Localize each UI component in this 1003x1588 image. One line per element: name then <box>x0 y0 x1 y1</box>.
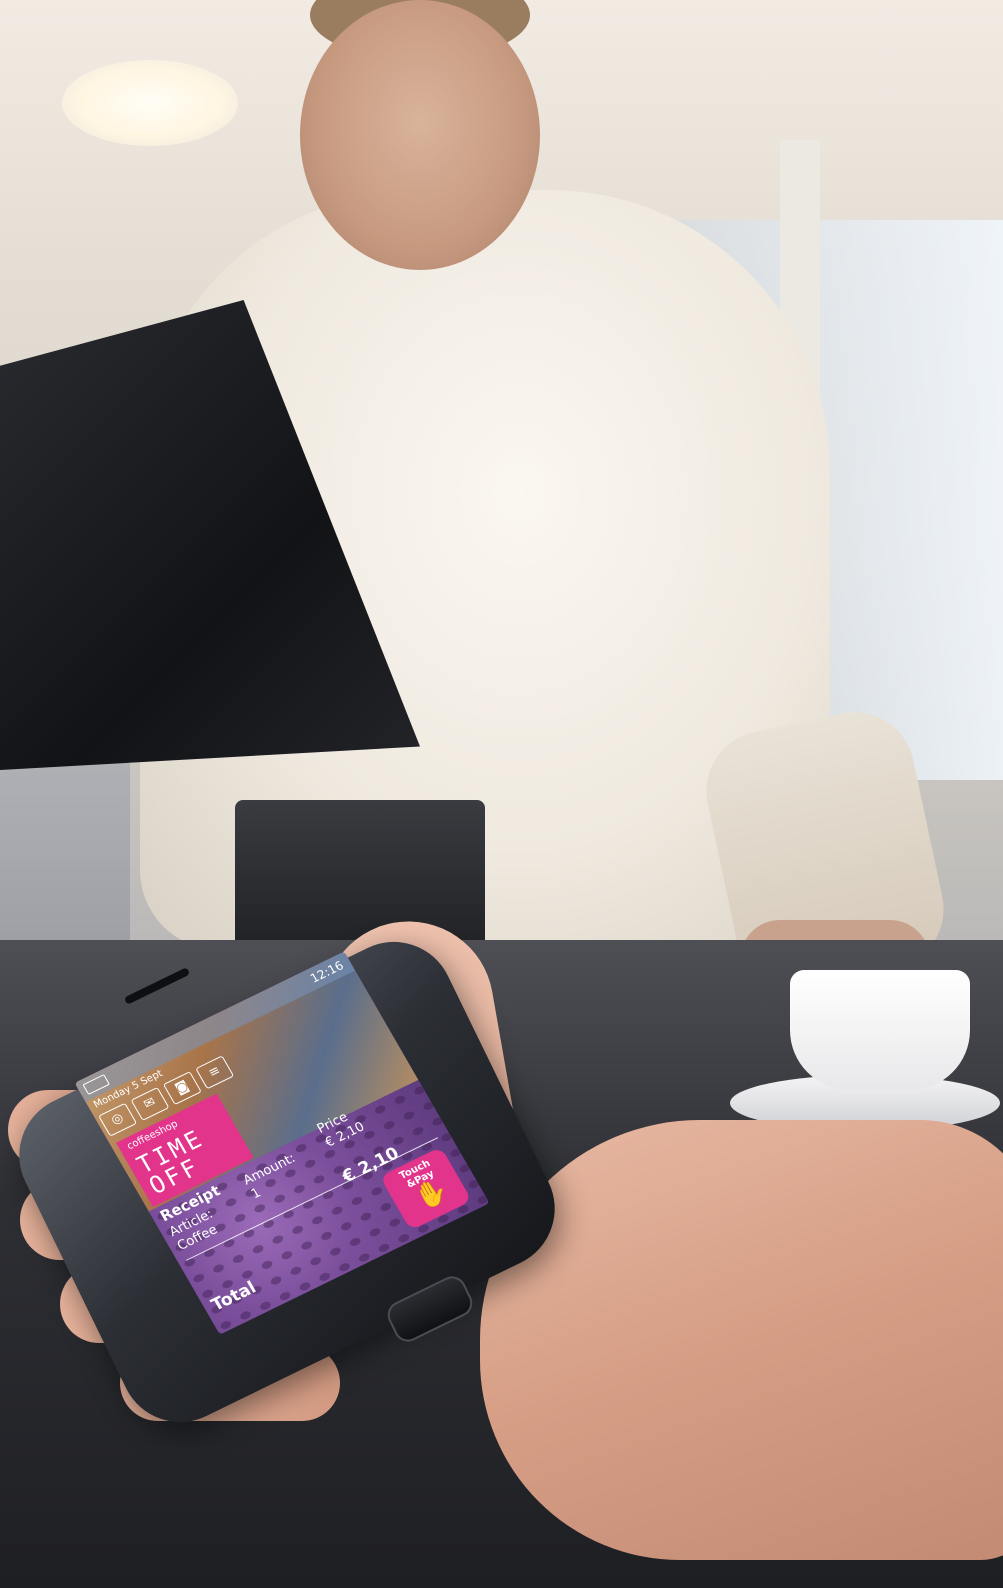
ceiling-lamp <box>62 60 238 146</box>
coffee-cup <box>790 970 970 1090</box>
cashier-head <box>300 0 540 270</box>
smartphone: 12:16 Monday 5 Sept ◎ ✉ ◙ ≡ coffeeshop T… <box>0 915 575 1443</box>
battery-icon <box>82 1074 110 1096</box>
